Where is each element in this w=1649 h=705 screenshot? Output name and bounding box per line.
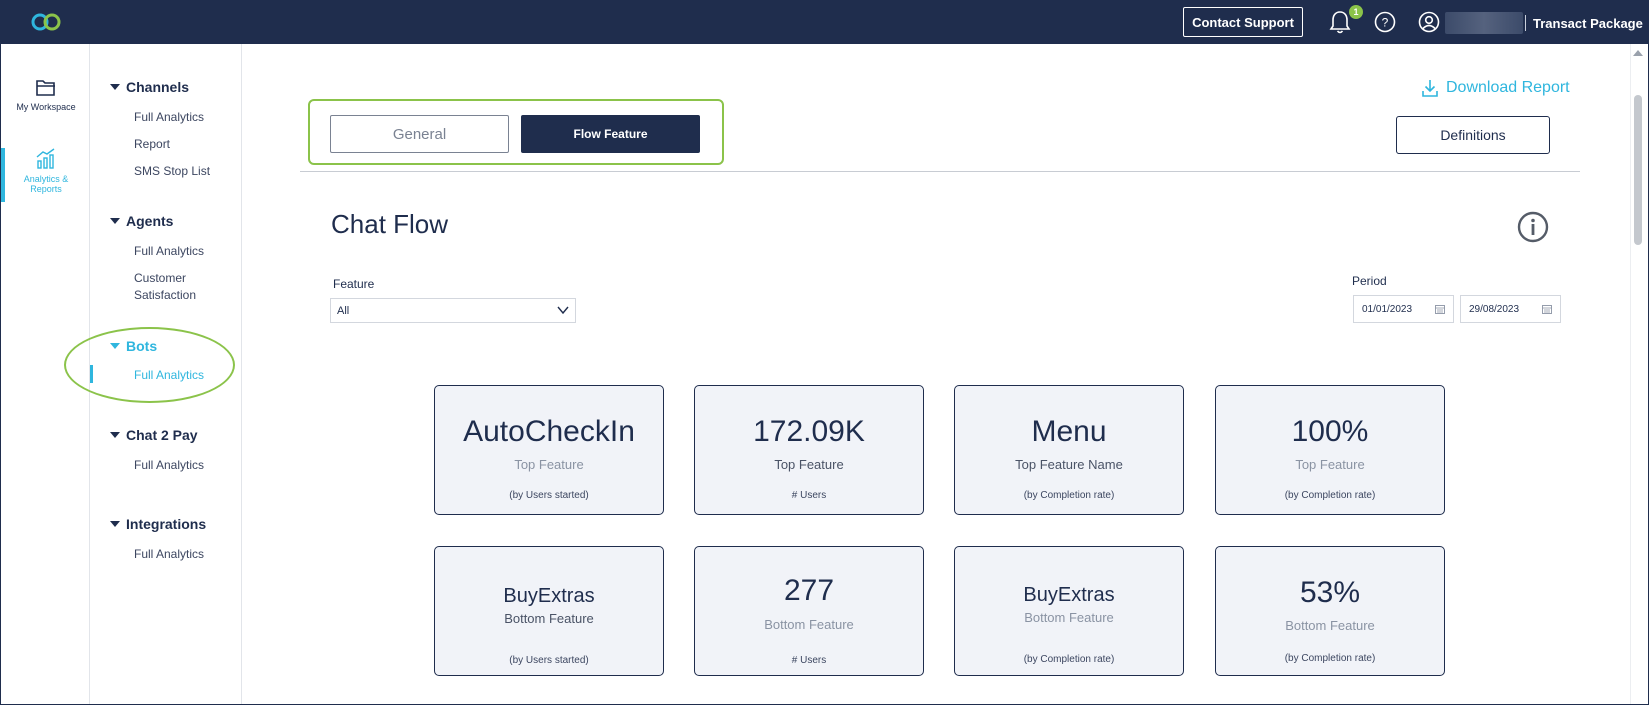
info-icon[interactable] [1517, 211, 1549, 243]
sidebar-item-agents-customer-satisfaction[interactable]: Customer Satisfaction [134, 270, 196, 304]
section-title: Integrations [126, 516, 207, 532]
download-icon [1422, 80, 1438, 97]
section-title: Agents [126, 213, 174, 229]
rail-item-my-workspace[interactable]: My Workspace [1, 76, 91, 112]
app-logo-icon[interactable] [30, 12, 62, 32]
sidebar-item-channels-sms-stop-list[interactable]: SMS Stop List [134, 163, 210, 180]
kpi-sublabel: # Users [791, 490, 827, 501]
calendar-icon[interactable] [1542, 304, 1552, 314]
top-bar: Contact Support 1 ? Transact Package [0, 0, 1649, 44]
caret-down-icon [110, 521, 120, 527]
user-name-redacted[interactable] [1445, 12, 1523, 34]
kpi-value: 172.09K [753, 415, 865, 448]
kpi-card-top-feature-users: 172.09K Top Feature # Users [694, 385, 924, 515]
download-report-label: Download Report [1446, 79, 1570, 96]
scrollbar-thumb[interactable] [1634, 95, 1642, 245]
rail-label-analytics-1: Analytics & [23, 174, 69, 184]
kpi-value: Menu [1031, 415, 1107, 448]
help-icon[interactable]: ? [1374, 11, 1396, 33]
rail-item-analytics-reports[interactable]: Analytics & Reports [1, 148, 91, 194]
bar-chart-icon [36, 148, 55, 169]
sidebar-section-chat-2-pay[interactable]: Chat 2 Pay [110, 427, 198, 443]
kpi-card-top-feature-users-started: AutoCheckIn Top Feature (by Users starte… [434, 385, 664, 515]
feature-label: Feature [333, 277, 375, 291]
chevron-down-icon [557, 306, 569, 315]
sidebar-item-label: Customer [134, 271, 187, 285]
kpi-card-top-feature-name: Menu Top Feature Name (by Completion rat… [954, 385, 1184, 515]
kpi-value: 100% [1291, 415, 1369, 448]
period-to-value: 29/08/2023 [1469, 304, 1520, 315]
kpi-card-top-feature-completion: 100% Top Feature (by Completion rate) [1215, 385, 1445, 515]
download-report-link[interactable]: Download Report [1422, 79, 1570, 97]
period-from-value: 01/01/2023 [1362, 304, 1413, 315]
feature-select[interactable]: All [330, 298, 576, 323]
kpi-sublabel: # Users [791, 655, 827, 666]
sidebar-section-integrations[interactable]: Integrations [110, 516, 206, 532]
tab-general[interactable]: General [330, 115, 509, 153]
kpi-card-bottom-feature-completion: 53% Bottom Feature (by Completion rate) [1215, 546, 1445, 676]
caret-down-icon [110, 218, 120, 224]
svg-text:?: ? [1382, 16, 1389, 30]
section-title: Chat 2 Pay [126, 427, 198, 443]
kpi-label: Top Feature [774, 457, 844, 472]
feature-select-value: All [337, 305, 350, 317]
kpi-label: Bottom Feature [764, 617, 854, 632]
page-title: Chat Flow [331, 209, 449, 239]
definitions-button[interactable]: Definitions [1396, 116, 1550, 154]
sidebar-item-channels-full-analytics[interactable]: Full Analytics [134, 109, 204, 126]
kpi-value: 53% [1299, 576, 1361, 609]
sidebar-item-agents-full-analytics[interactable]: Full Analytics [134, 243, 204, 260]
calendar-icon[interactable] [1435, 304, 1445, 314]
kpi-label: Bottom Feature [504, 611, 594, 626]
rail-label-workspace: My Workspace [16, 102, 76, 112]
period-to-input[interactable]: 29/08/2023 [1460, 295, 1561, 323]
kpi-value: BuyExtras [1023, 584, 1115, 606]
package-name[interactable]: Transact Package [1533, 16, 1643, 31]
divider [300, 171, 1580, 172]
notification-badge: 1 [1349, 5, 1363, 19]
kpi-sublabel: (by Users started) [509, 490, 589, 501]
highlight-oval [64, 327, 235, 403]
kpi-value: 277 [783, 574, 835, 607]
kpi-sublabel: (by Completion rate) [1284, 490, 1376, 501]
kpi-card-bottom-feature-completion-name: BuyExtras Bottom Feature (by Completion … [954, 546, 1184, 676]
sidebar-item-channels-report[interactable]: Report [134, 136, 170, 153]
tab-flow-feature[interactable]: Flow Feature [521, 115, 700, 153]
kpi-label: Bottom Feature [1285, 618, 1375, 633]
scroll-up-arrow-icon[interactable] [1633, 50, 1643, 56]
kpi-sublabel: (by Completion rate) [1023, 490, 1115, 501]
sidebar-item-integrations-full-analytics[interactable]: Full Analytics [134, 546, 204, 563]
period-from-input[interactable]: 01/01/2023 [1353, 295, 1454, 323]
sidebar-item-label: Satisfaction [134, 288, 197, 302]
kpi-value: BuyExtras [503, 585, 595, 607]
sidebar-item-chat2pay-full-analytics[interactable]: Full Analytics [134, 457, 204, 474]
rail-active-indicator [1, 148, 5, 202]
kpi-sublabel: (by Completion rate) [1023, 654, 1115, 665]
kpi-value: AutoCheckIn [463, 415, 635, 448]
kpi-label: Top Feature [1295, 457, 1365, 472]
sidebar-section-channels[interactable]: Channels [110, 79, 189, 95]
caret-down-icon [110, 84, 120, 90]
kpi-label: Top Feature [514, 457, 584, 472]
kpi-sublabel: (by Completion rate) [1284, 653, 1376, 664]
sidebar-section-agents[interactable]: Agents [110, 213, 173, 229]
caret-down-icon [110, 432, 120, 438]
header-divider [1525, 15, 1526, 31]
kpi-card-bottom-feature-users: 277 Bottom Feature # Users [694, 546, 924, 676]
kpi-card-bottom-feature-users-started: BuyExtras Bottom Feature (by Users start… [434, 546, 664, 676]
kpi-label: Bottom Feature [1024, 610, 1114, 625]
contact-support-button[interactable]: Contact Support [1183, 7, 1303, 37]
kpi-label: Top Feature Name [1015, 457, 1123, 472]
rail-label-analytics-2: Reports [30, 184, 62, 194]
user-avatar-icon[interactable] [1418, 11, 1440, 33]
period-label: Period [1352, 274, 1387, 288]
kpi-sublabel: (by Users started) [509, 655, 589, 666]
folder-icon [36, 80, 55, 96]
section-title: Channels [126, 79, 190, 95]
